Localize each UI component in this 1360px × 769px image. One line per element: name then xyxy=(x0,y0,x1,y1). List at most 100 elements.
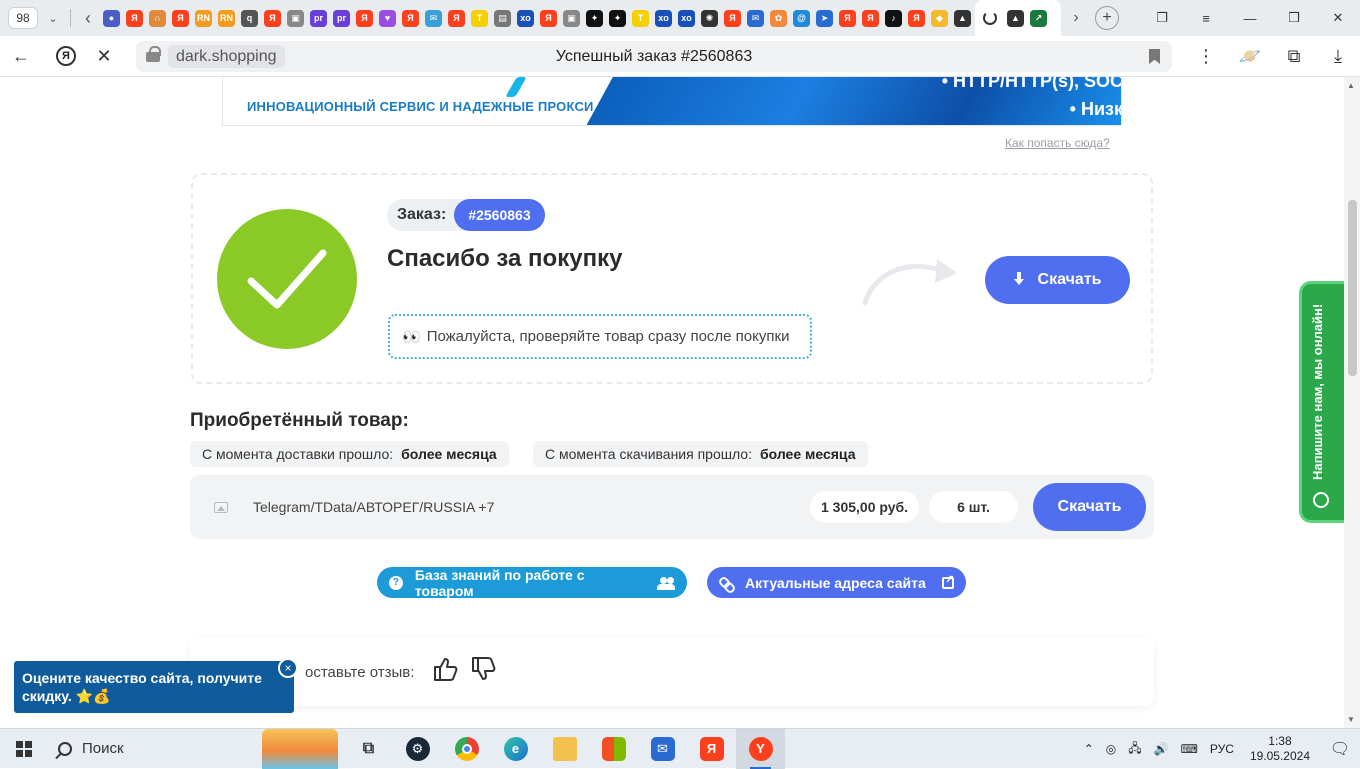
tab-count-badge[interactable]: 98 xyxy=(8,7,38,29)
close-window-icon[interactable]: ✕ xyxy=(1316,10,1360,26)
task-view-icon[interactable]: ⧉ xyxy=(344,729,393,769)
back-arrow-icon[interactable]: ← xyxy=(0,46,42,67)
pr-favicon[interactable]: pr xyxy=(333,9,350,27)
meet-now-icon[interactable]: ◎ xyxy=(1100,742,1122,756)
binance-favicon[interactable]: ◆ xyxy=(931,9,948,27)
network-icon[interactable]: 🖧 xyxy=(1122,739,1147,760)
chrome-icon[interactable] xyxy=(442,729,491,769)
extensions-icon[interactable]: ⧉ xyxy=(1272,46,1316,67)
mail-favicon[interactable]: ✉ xyxy=(747,9,764,27)
photo-favicon[interactable]: ▣ xyxy=(563,9,580,27)
tabs-scroll-left-icon[interactable]: ‹ xyxy=(77,8,99,29)
notifications-icon[interactable]: 🗨 xyxy=(1320,729,1360,769)
scroll-thumb[interactable] xyxy=(1348,200,1357,376)
xo-favicon[interactable]: xo xyxy=(655,9,672,27)
more-menu-icon[interactable]: ⋮ xyxy=(1184,46,1228,67)
proxy-ad-banner[interactable]: ИННОВАЦИОННЫЙ СЕРВИС И НАДЕЖНЫЕ ПРОКСИ •… xyxy=(222,77,1122,126)
bookmark-icon[interactable] xyxy=(1149,49,1160,64)
rn-favicon[interactable]: RN xyxy=(195,9,212,27)
edge-icon[interactable]: e xyxy=(491,729,540,769)
yandex-icon[interactable]: Я xyxy=(56,46,76,66)
tab-active[interactable]: ▲ ↗ xyxy=(975,0,1061,36)
yandex-favicon[interactable]: Я xyxy=(839,9,856,27)
t-favicon[interactable]: T xyxy=(632,9,649,27)
scroll-up-icon[interactable]: ▲ xyxy=(1347,81,1355,90)
clock[interactable]: 1:38 19.05.2024 xyxy=(1240,734,1320,764)
yandex-favicon[interactable]: Я xyxy=(724,9,741,27)
tab-separator xyxy=(70,9,71,27)
yandex-favicon[interactable]: Я xyxy=(172,9,189,27)
yandex-favicon[interactable]: Я xyxy=(908,9,925,27)
address-bar: ← Я ✕ dark.shopping Успешный заказ #2560… xyxy=(0,36,1360,77)
yandex-browser-icon[interactable]: Y xyxy=(736,728,785,769)
online-chat-tab[interactable]: Напишите нам, мы онлайн! xyxy=(1299,281,1344,523)
external-link-icon xyxy=(942,573,954,589)
rn-favicon[interactable]: RN xyxy=(218,9,235,27)
xo-favicon[interactable]: xo xyxy=(517,9,534,27)
scroll-down-icon[interactable]: ▼ xyxy=(1347,715,1355,724)
heart-favicon[interactable]: ♥ xyxy=(379,9,396,27)
yandex-favicon[interactable]: Я xyxy=(448,9,465,27)
minimize-icon[interactable]: — xyxy=(1228,11,1272,26)
restore-icon[interactable]: ❒ xyxy=(1272,10,1316,26)
keyboard-icon[interactable]: ⌨ xyxy=(1175,742,1204,756)
volume-icon[interactable]: 🔊 xyxy=(1148,742,1175,756)
pr-favicon[interactable]: pr xyxy=(310,9,327,27)
yandex-favicon[interactable]: Я xyxy=(862,9,879,27)
thumbs-down-icon[interactable] xyxy=(470,656,496,689)
knowledge-base-button[interactable]: ? База знаний по работе с товаром xyxy=(377,567,687,599)
lock-icon[interactable] xyxy=(146,45,161,62)
yandex-favicon[interactable]: Я xyxy=(264,9,281,27)
at-favicon[interactable]: @ xyxy=(793,9,810,27)
helmet-favicon[interactable]: ▲ xyxy=(1007,9,1024,27)
store-icon[interactable] xyxy=(589,729,638,769)
collections-icon[interactable]: ❐ xyxy=(1140,10,1184,26)
menu-icon[interactable]: ≡ xyxy=(1184,11,1228,26)
q-favicon[interactable]: q xyxy=(241,9,258,27)
stop-loading-icon[interactable]: ✕ xyxy=(90,46,118,67)
flower-favicon[interactable]: ✿ xyxy=(770,9,787,27)
vpn-planet-icon[interactable]: 🪐 xyxy=(1228,46,1272,67)
product-download-button[interactable]: Скачать xyxy=(1033,483,1146,531)
yandex-favicon[interactable]: Я xyxy=(356,9,373,27)
star-favicon[interactable]: ✦ xyxy=(609,9,626,27)
yandex-favicon[interactable]: Я xyxy=(126,9,143,27)
mail-favicon[interactable]: ✉ xyxy=(425,9,442,27)
gear-favicon[interactable]: ✺ xyxy=(701,9,718,27)
t-favicon[interactable]: T xyxy=(471,9,488,27)
tray-expand-icon[interactable]: ⌃ xyxy=(1078,742,1100,756)
ad-placement-link[interactable]: Как попасть сюда? xyxy=(1005,136,1110,150)
arrow-favicon[interactable]: ➤ xyxy=(816,9,833,27)
globe-favicon[interactable]: ● xyxy=(103,9,120,27)
xo-favicon[interactable]: xo xyxy=(678,9,695,27)
start-button[interactable] xyxy=(0,729,48,769)
file-explorer-icon[interactable] xyxy=(540,729,589,769)
success-check-icon xyxy=(217,209,357,349)
chart-favicon[interactable]: ↗ xyxy=(1030,9,1047,27)
yandex-app-icon[interactable]: Я xyxy=(687,729,736,769)
steam-icon[interactable]: ⚙ xyxy=(393,729,442,769)
doc-favicon[interactable]: ▤ xyxy=(494,9,511,27)
new-tab-button[interactable]: + xyxy=(1095,6,1119,30)
language-indicator[interactable]: РУС xyxy=(1204,742,1240,756)
mail-icon[interactable]: ✉ xyxy=(638,729,687,769)
promo-close-icon[interactable]: × xyxy=(278,658,298,678)
tab-list-chevron-icon[interactable]: ⌄ xyxy=(42,7,64,29)
helmet-favicon[interactable]: ▲ xyxy=(954,9,971,27)
page-scrollbar[interactable]: ▲ ▼ xyxy=(1344,77,1360,728)
domain-chip[interactable]: dark.shopping xyxy=(168,45,285,68)
arch-favicon[interactable]: ∩ xyxy=(149,9,166,27)
download-button[interactable]: Скачать xyxy=(985,256,1130,304)
tiktok-favicon[interactable]: ♪ xyxy=(885,9,902,27)
site-addresses-button[interactable]: Актуальные адреса сайта xyxy=(707,567,966,598)
yandex-favicon[interactable]: Я xyxy=(540,9,557,27)
thumbs-up-icon[interactable] xyxy=(432,656,458,689)
rate-site-promo[interactable]: Оцените качество сайта, получите скидку.… xyxy=(14,661,294,713)
downloads-icon[interactable]: ⤓ xyxy=(1316,46,1360,67)
tabs-scroll-right-icon[interactable]: › xyxy=(1065,9,1087,27)
photo-favicon[interactable]: ▣ xyxy=(287,9,304,27)
url-field[interactable]: dark.shopping Успешный заказ #2560863 xyxy=(136,41,1172,72)
star-favicon[interactable]: ✦ xyxy=(586,9,603,27)
taskbar-search[interactable]: Поиск xyxy=(48,728,338,769)
yandex-favicon[interactable]: Я xyxy=(402,9,419,27)
